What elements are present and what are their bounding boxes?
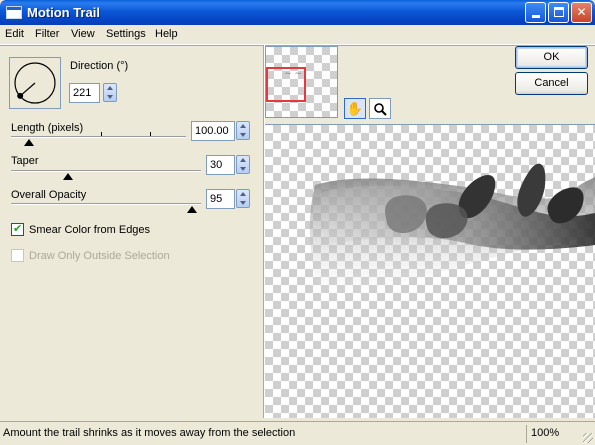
draw-outside-label: Draw Only Outside Selection bbox=[29, 250, 170, 262]
opacity-label: Overall Opacity bbox=[11, 189, 87, 201]
ok-button[interactable]: OK bbox=[515, 46, 588, 69]
opacity-slider-track[interactable] bbox=[11, 203, 201, 205]
menu-filter[interactable]: Filter bbox=[35, 28, 59, 40]
status-bar: Amount the trail shrinks as it moves awa… bbox=[0, 421, 595, 445]
minimize-icon bbox=[531, 15, 540, 18]
menu-help[interactable]: Help bbox=[155, 28, 178, 40]
opacity-spinner[interactable] bbox=[236, 189, 250, 208]
taper-input[interactable]: 30 bbox=[206, 155, 235, 175]
smear-color-checkbox[interactable] bbox=[11, 222, 24, 236]
length-slider-track[interactable] bbox=[11, 136, 186, 138]
cancel-button[interactable]: Cancel bbox=[515, 72, 588, 95]
length-label: Length (pixels) bbox=[11, 122, 84, 134]
window-title: Motion Trail bbox=[27, 5, 100, 20]
menu-settings[interactable]: Settings bbox=[106, 28, 146, 40]
navigator-thumbnail[interactable]: ~ ~ bbox=[265, 46, 338, 118]
direction-dial-graphic bbox=[14, 62, 56, 104]
length-tick bbox=[150, 132, 151, 136]
viewport-rect[interactable] bbox=[266, 67, 306, 102]
length-spinner[interactable] bbox=[236, 121, 250, 140]
taper-spinner[interactable] bbox=[236, 155, 250, 174]
menu-bar: Edit Filter View Settings Help bbox=[0, 25, 595, 45]
window-icon bbox=[6, 6, 22, 19]
taper-label: Taper bbox=[11, 155, 39, 167]
minimize-button[interactable] bbox=[525, 2, 546, 23]
pan-hand-icon: ✋ bbox=[346, 101, 364, 116]
direction-label: Direction (°) bbox=[70, 60, 129, 72]
resize-grip-icon[interactable] bbox=[583, 433, 593, 443]
menu-edit[interactable]: Edit bbox=[5, 28, 24, 40]
close-button[interactable]: ✕ bbox=[571, 2, 592, 23]
smear-color-label: Smear Color from Edges bbox=[29, 224, 151, 236]
maximize-icon bbox=[553, 7, 564, 17]
opacity-input[interactable]: 95 bbox=[206, 189, 235, 209]
menu-view[interactable]: View bbox=[71, 28, 95, 40]
taper-slider-thumb[interactable] bbox=[63, 173, 73, 180]
opacity-slider-thumb[interactable] bbox=[186, 206, 197, 213]
zoom-magnifier-icon bbox=[374, 103, 387, 116]
length-input[interactable]: 100.00 bbox=[191, 121, 235, 141]
length-tick bbox=[101, 132, 102, 136]
taper-slider-track[interactable] bbox=[11, 170, 201, 172]
zoom-button[interactable] bbox=[369, 98, 391, 119]
direction-input[interactable]: 221 bbox=[69, 83, 100, 103]
preview-pane[interactable] bbox=[265, 124, 595, 418]
status-message: Amount the trail shrinks as it moves awa… bbox=[3, 427, 296, 439]
direction-spinner[interactable] bbox=[103, 83, 117, 102]
length-slider-thumb[interactable] bbox=[23, 139, 34, 146]
pan-button[interactable]: ✋ bbox=[344, 98, 366, 119]
preview-artwork bbox=[309, 163, 595, 300]
direction-dial[interactable] bbox=[9, 57, 61, 109]
maximize-button[interactable] bbox=[548, 2, 569, 23]
draw-outside-checkbox bbox=[11, 249, 24, 262]
title-bar: Motion Trail ✕ bbox=[0, 0, 595, 25]
close-icon: ✕ bbox=[576, 5, 587, 19]
